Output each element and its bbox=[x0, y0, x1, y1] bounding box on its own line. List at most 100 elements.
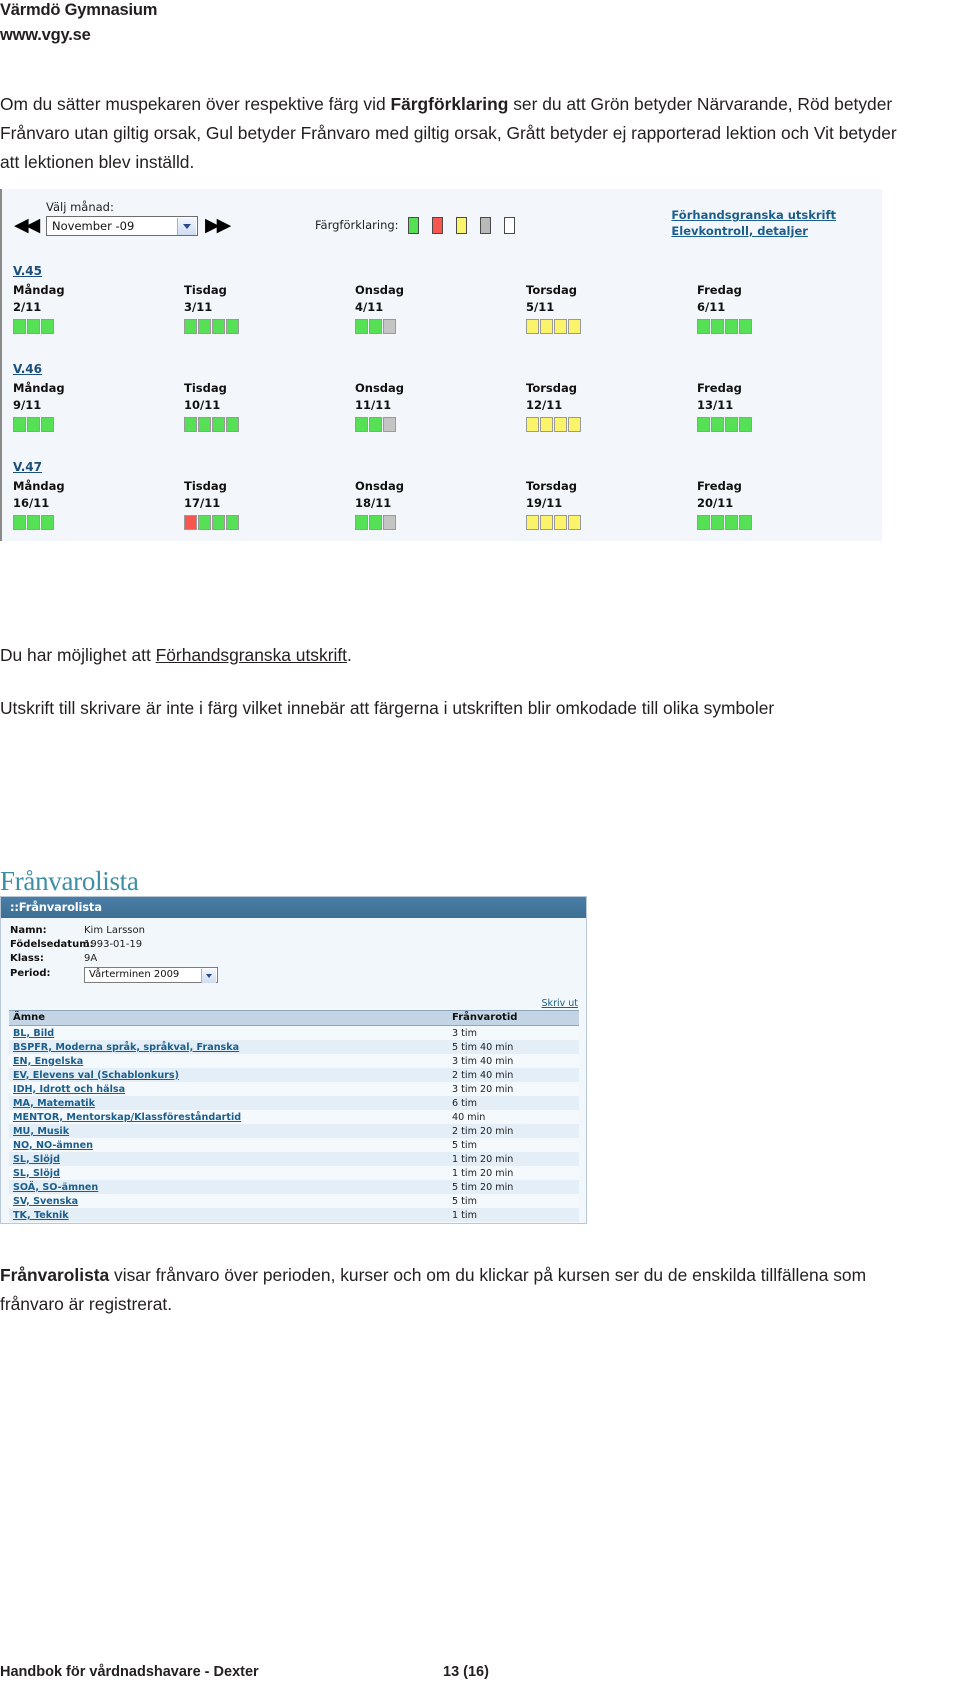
franvarolista-screenshot: ::Frånvarolista Namn: Kim Larsson Födelse… bbox=[0, 896, 587, 1224]
footer-title: Handbok för vårdnadshavare - Dexter bbox=[0, 1664, 259, 1680]
week-number-link[interactable]: V.47 bbox=[13, 460, 42, 474]
lesson-block-yellow[interactable] bbox=[568, 515, 581, 530]
lesson-block-green[interactable] bbox=[711, 417, 724, 432]
lesson-block-yellow[interactable] bbox=[568, 417, 581, 432]
legend-swatch-green[interactable] bbox=[407, 216, 419, 234]
next-month-icon[interactable]: ▶▶ bbox=[205, 216, 231, 235]
print-link[interactable]: Skriv ut bbox=[542, 998, 578, 1009]
preview-print-link[interactable]: Förhandsgranska utskrift bbox=[671, 207, 836, 223]
lesson-block-yellow[interactable] bbox=[526, 417, 539, 432]
lesson-block-green[interactable] bbox=[369, 319, 382, 334]
lesson-block-green[interactable] bbox=[27, 515, 40, 530]
subject-link[interactable]: SL, Slöjd bbox=[13, 1154, 60, 1165]
lesson-block-yellow[interactable] bbox=[540, 319, 553, 334]
bottom-bold: Frånvarolista bbox=[0, 1265, 110, 1286]
month-select-value: November -09 bbox=[52, 219, 135, 233]
subject-link[interactable]: NO, NO-ämnen bbox=[13, 1140, 93, 1151]
lesson-block-green[interactable] bbox=[41, 319, 54, 334]
lesson-block-green[interactable] bbox=[226, 515, 239, 530]
chevron-down-icon[interactable] bbox=[177, 218, 196, 235]
period-label: Period: bbox=[10, 968, 51, 979]
month-select[interactable]: November -09 bbox=[46, 216, 198, 236]
lesson-block-yellow[interactable] bbox=[540, 417, 553, 432]
lesson-block-green[interactable] bbox=[41, 515, 54, 530]
lesson-block-green[interactable] bbox=[739, 515, 752, 530]
class-row: Klass: 9A bbox=[10, 952, 218, 966]
lesson-block-yellow[interactable] bbox=[554, 417, 567, 432]
lesson-block-green[interactable] bbox=[198, 515, 211, 530]
subject-link[interactable]: TK, Teknik bbox=[13, 1210, 69, 1221]
lesson-block-green[interactable] bbox=[711, 515, 724, 530]
legend-swatch-gray[interactable] bbox=[479, 216, 491, 234]
subject-link[interactable]: EV, Elevens val (Schablonkurs) bbox=[13, 1070, 179, 1081]
lesson-block-green[interactable] bbox=[355, 515, 368, 530]
lesson-block-green[interactable] bbox=[198, 319, 211, 334]
lesson-block-green[interactable] bbox=[226, 319, 239, 334]
lesson-block-green[interactable] bbox=[212, 515, 225, 530]
mid-line1-link[interactable]: Förhandsgranska utskrift bbox=[156, 645, 347, 665]
lesson-block-green[interactable] bbox=[212, 417, 225, 432]
lesson-block-green[interactable] bbox=[739, 417, 752, 432]
week-number-link[interactable]: V.46 bbox=[13, 362, 42, 376]
lesson-block-green[interactable] bbox=[41, 417, 54, 432]
subject-link[interactable]: MU, Musik bbox=[13, 1126, 69, 1137]
lesson-block-green[interactable] bbox=[226, 417, 239, 432]
legend-swatch-white[interactable] bbox=[503, 216, 515, 234]
subject-link[interactable]: EN, Engelska bbox=[13, 1056, 83, 1067]
lesson-block-red[interactable] bbox=[184, 515, 197, 530]
lesson-block-gray[interactable] bbox=[383, 319, 396, 334]
period-select[interactable]: Vårterminen 2009 bbox=[84, 967, 218, 983]
lesson-block-green[interactable] bbox=[369, 515, 382, 530]
subject-link[interactable]: MA, Matematik bbox=[13, 1098, 95, 1109]
lesson-block-green[interactable] bbox=[27, 319, 40, 334]
lesson-block-yellow[interactable] bbox=[526, 515, 539, 530]
lesson-block-green[interactable] bbox=[725, 417, 738, 432]
lesson-block-green[interactable] bbox=[13, 319, 26, 334]
day-name: Måndag bbox=[13, 381, 65, 395]
lesson-block-yellow[interactable] bbox=[540, 515, 553, 530]
day-name: Tisdag bbox=[184, 283, 227, 297]
lesson-block-yellow[interactable] bbox=[554, 515, 567, 530]
lesson-block-green[interactable] bbox=[212, 319, 225, 334]
subject-link[interactable]: BSPFR, Moderna språk, språkval, Franska bbox=[13, 1042, 239, 1053]
subject-link[interactable]: SOÄ, SO-ämnen bbox=[13, 1182, 98, 1193]
lesson-block-green[interactable] bbox=[13, 515, 26, 530]
cell-absence-time: 40 min bbox=[452, 1111, 486, 1123]
subject-link[interactable]: SL, Slöjd bbox=[13, 1168, 60, 1179]
student-check-details-link[interactable]: Elevkontroll, detaljer bbox=[671, 223, 836, 239]
lesson-block-gray[interactable] bbox=[383, 417, 396, 432]
cell-absence-time: 5 tim 20 min bbox=[452, 1181, 514, 1193]
lesson-block-yellow[interactable] bbox=[526, 319, 539, 334]
subject-link[interactable]: MENTOR, Mentorskap/Klassföreståndartid bbox=[13, 1112, 241, 1123]
lesson-block-green[interactable] bbox=[697, 319, 710, 334]
chevron-down-icon[interactable] bbox=[201, 969, 216, 983]
lesson-block-green[interactable] bbox=[739, 319, 752, 334]
lesson-block-green[interactable] bbox=[355, 417, 368, 432]
lesson-block-green[interactable] bbox=[13, 417, 26, 432]
lesson-block-green[interactable] bbox=[369, 417, 382, 432]
day-name: Onsdag bbox=[355, 283, 405, 297]
lesson-block-green[interactable] bbox=[711, 319, 724, 334]
subject-link[interactable]: IDH, Idrott och hälsa bbox=[13, 1084, 125, 1095]
lesson-block-green[interactable] bbox=[697, 417, 710, 432]
absence-table: Ämne Frånvarotid BL, Bild 3 tim BSPFR, Mod… bbox=[9, 1010, 579, 1222]
subject-link[interactable]: SV, Svenska bbox=[13, 1196, 78, 1207]
lesson-block-green[interactable] bbox=[725, 319, 738, 334]
lesson-block-yellow[interactable] bbox=[554, 319, 567, 334]
lesson-block-green[interactable] bbox=[27, 417, 40, 432]
legend-swatch-yellow[interactable] bbox=[455, 216, 467, 234]
school-name: Värmdö Gymnasium bbox=[0, 1, 158, 19]
legend-swatch-red[interactable] bbox=[431, 216, 443, 234]
lesson-block-green[interactable] bbox=[198, 417, 211, 432]
lesson-block-green[interactable] bbox=[355, 319, 368, 334]
subject-link[interactable]: BL, Bild bbox=[13, 1028, 54, 1039]
lesson-block-green[interactable] bbox=[725, 515, 738, 530]
lesson-block-yellow[interactable] bbox=[568, 319, 581, 334]
lesson-block-green[interactable] bbox=[697, 515, 710, 530]
lesson-block-green[interactable] bbox=[184, 319, 197, 334]
week-number-link[interactable]: V.45 bbox=[13, 264, 42, 278]
preview-print-sentence: Du har möjlighet att Förhandsgranska uts… bbox=[0, 641, 352, 670]
lesson-block-green[interactable] bbox=[184, 417, 197, 432]
lesson-block-gray[interactable] bbox=[383, 515, 396, 530]
previous-month-icon[interactable]: ◀◀ bbox=[14, 216, 40, 235]
